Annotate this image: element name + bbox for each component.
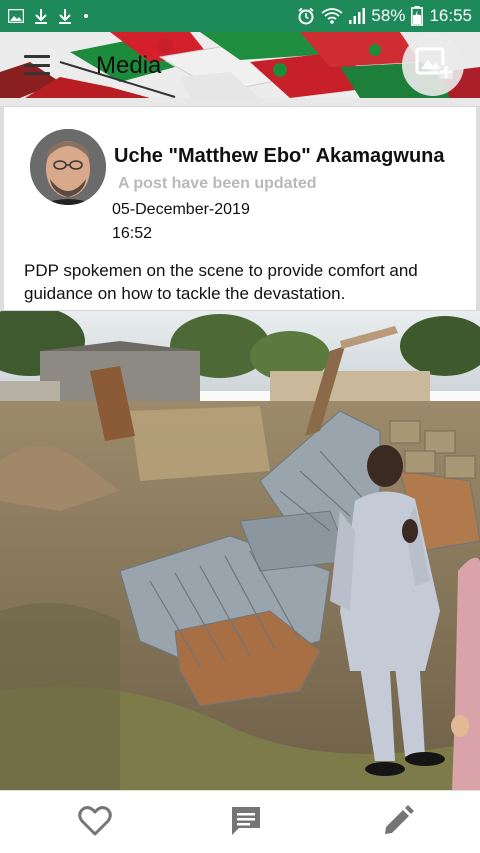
pencil-icon	[382, 804, 414, 842]
battery-percent: 58%	[371, 6, 406, 25]
battery-icon	[411, 6, 424, 26]
add-photo-icon	[413, 45, 453, 86]
author-avatar[interactable]	[30, 129, 106, 205]
heart-outline-icon	[78, 805, 112, 841]
like-button[interactable]	[77, 805, 113, 841]
post-status-subtitle: A post have been updated	[118, 175, 317, 192]
status-bar: 58% 16:55	[0, 0, 480, 32]
add-photo-button[interactable]	[402, 34, 464, 96]
image-icon	[8, 9, 24, 23]
comment-icon	[229, 804, 263, 843]
comment-button[interactable]	[228, 805, 264, 841]
download-icon	[58, 8, 72, 24]
app-title: Media	[96, 52, 162, 79]
header-divider	[0, 98, 480, 106]
author-name[interactable]: Uche "Matthew Ebo" Akamagwuna	[114, 145, 445, 168]
edit-button[interactable]	[380, 804, 416, 842]
signal-icon	[349, 8, 366, 24]
screen: 58% 16:55 Media Uche "Matthew Ebo" Akama…	[0, 0, 480, 853]
post-card: Uche "Matthew Ebo" Akamagwuna A post hav…	[0, 106, 480, 311]
download-icon	[34, 8, 48, 24]
wifi-icon	[321, 7, 343, 25]
post-photo[interactable]	[0, 311, 480, 790]
alarm-icon	[297, 7, 315, 25]
post-date: 05-December-2019	[112, 201, 250, 218]
status-right: 58% 16:55	[297, 6, 472, 26]
status-left	[8, 8, 90, 24]
post-text: PDP spokemen on the scene to provide com…	[24, 261, 418, 303]
action-bar	[0, 790, 480, 853]
app-bar: Media	[0, 32, 480, 98]
status-time: 16:55	[429, 6, 472, 25]
post-time: 16:52	[112, 225, 153, 242]
hamburger-menu-icon[interactable]	[22, 52, 52, 78]
dot-icon	[82, 12, 90, 20]
